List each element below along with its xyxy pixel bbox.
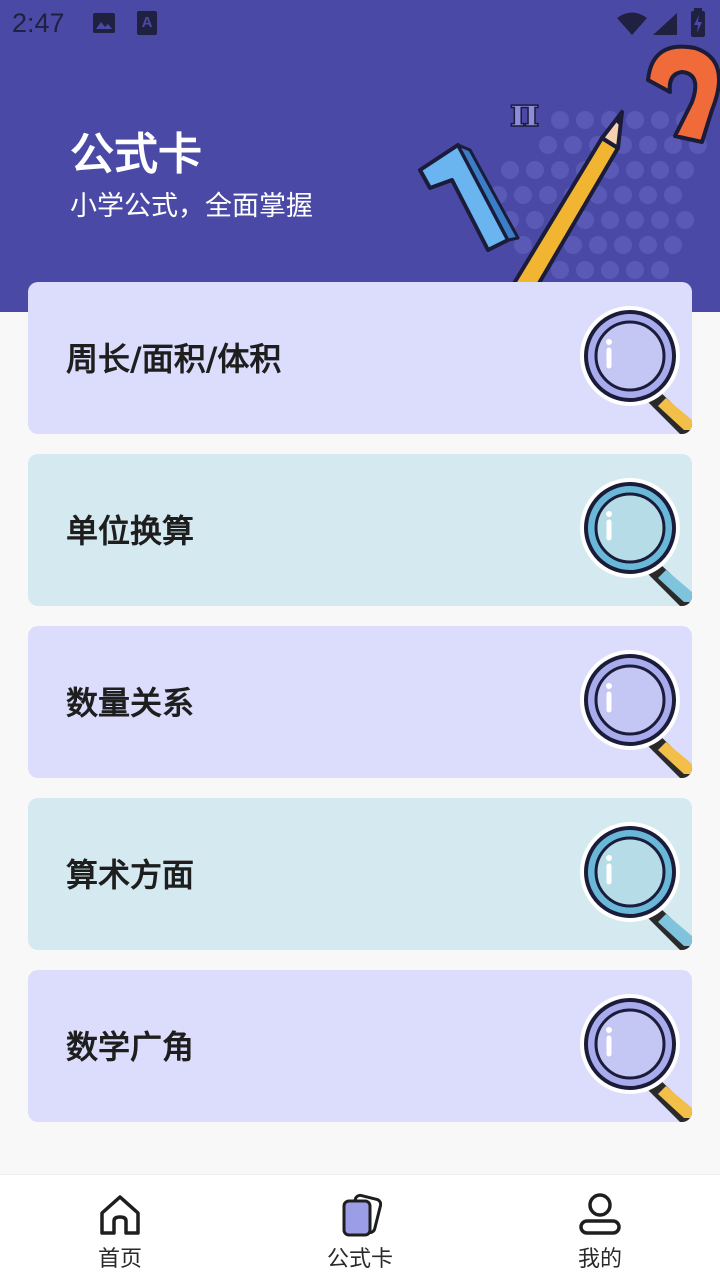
- nav-label-home: 首页: [97, 1247, 142, 1272]
- nav-item-home[interactable]: 首页: [0, 1175, 240, 1280]
- nav-label-profile: 我的: [577, 1247, 622, 1272]
- card-unit-conversion[interactable]: 单位换算: [28, 454, 692, 606]
- card-label: 算术方面: [66, 856, 195, 894]
- nav-label-formula-cards: 公式卡: [326, 1247, 393, 1272]
- image-icon: [93, 13, 115, 33]
- card-arithmetic[interactable]: 算术方面: [28, 798, 692, 950]
- battery-charging-icon: [691, 8, 705, 37]
- card-label: 周长/面积/体积: [66, 340, 282, 378]
- card-label: 单位换算: [66, 512, 195, 550]
- svg-text:π: π: [510, 89, 539, 136]
- nav-item-profile[interactable]: 我的: [480, 1175, 720, 1280]
- bottom-navigation: 首页 公式卡 我的: [0, 1174, 720, 1280]
- wifi-icon: [617, 12, 647, 35]
- home-icon: [100, 1195, 140, 1235]
- signal-icon: [653, 13, 677, 35]
- nav-item-formula-cards[interactable]: 公式卡: [240, 1175, 480, 1280]
- page-title: 公式卡: [70, 129, 202, 180]
- page-subtitle: 小学公式，全面掌握: [70, 191, 313, 222]
- card-label: 数量关系: [66, 684, 195, 722]
- card-quantity-relations[interactable]: 数量关系: [28, 626, 692, 778]
- magnifier-icon: [580, 822, 692, 950]
- cards-icon: [342, 1193, 382, 1237]
- magnifier-icon: [580, 994, 692, 1122]
- svg-text:A: A: [142, 14, 153, 31]
- status-time: 2:47: [12, 8, 65, 38]
- card-math-wide-angle[interactable]: 数学广角: [28, 970, 692, 1122]
- math-decoration-illustration: π: [418, 44, 720, 304]
- formula-card-screen: 2:47 A 公式卡 小学公式，全面掌握 π 周长/面积/体积 单位换算 数量关…: [0, 0, 720, 1280]
- profile-icon: [579, 1193, 621, 1235]
- header-banner: 2:47 A 公式卡 小学公式，全面掌握 π: [0, 0, 720, 312]
- card-perimeter-area-volume[interactable]: 周长/面积/体积: [28, 282, 692, 434]
- card-label: 数学广角: [66, 1028, 195, 1066]
- magnifier-icon: [580, 478, 692, 606]
- text-a-icon: A: [137, 11, 157, 35]
- magnifier-icon: [580, 650, 692, 778]
- magnifier-icon: [580, 306, 692, 434]
